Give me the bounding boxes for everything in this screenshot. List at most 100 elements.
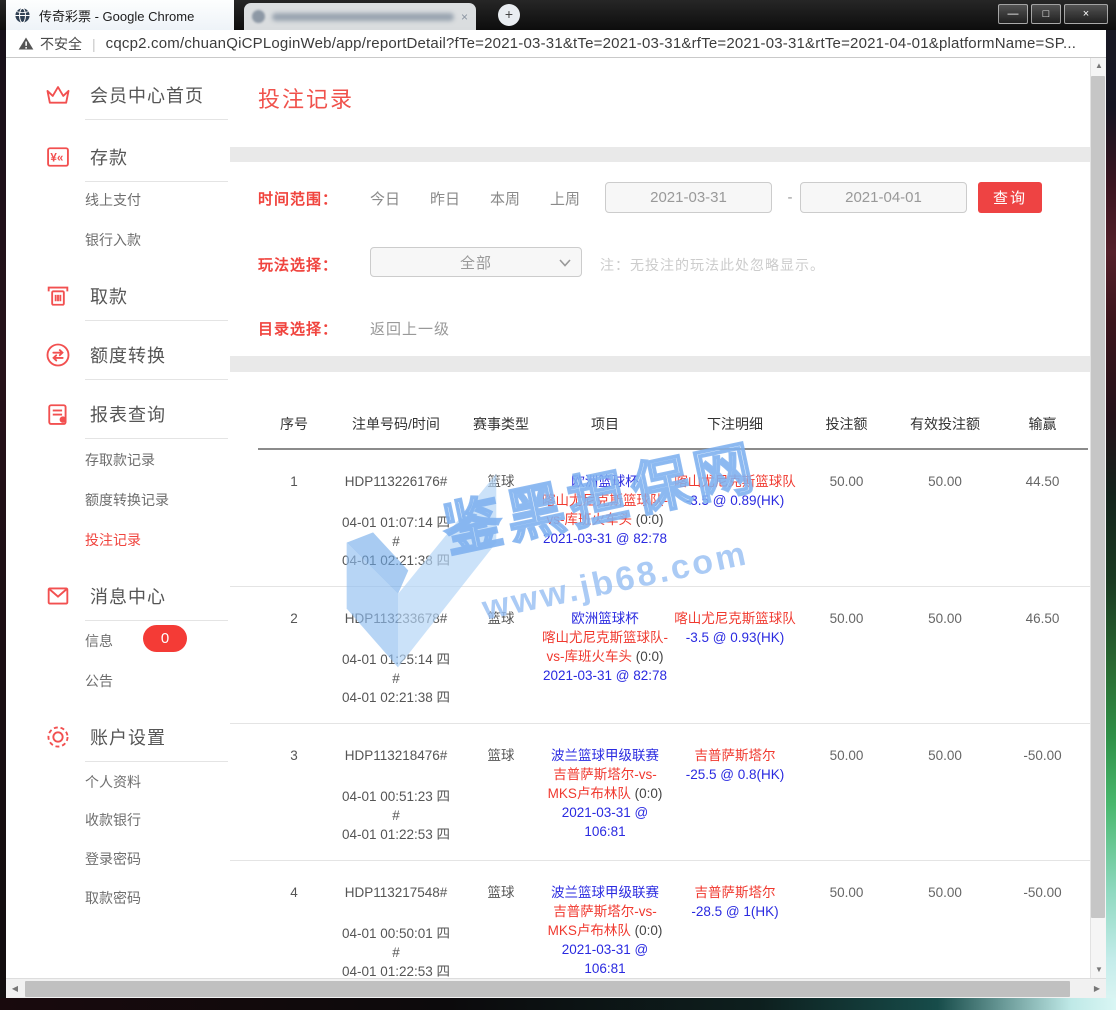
deposit-icon: ¥«: [44, 143, 72, 171]
maximize-button[interactable]: □: [1031, 4, 1061, 24]
sidebar-item-bank-deposit[interactable]: 银行入款: [85, 230, 141, 250]
col-header-seq: 序号: [258, 414, 330, 448]
message-count-badge: 0: [143, 625, 187, 652]
sidebar-item-profile[interactable]: 个人资料: [85, 772, 141, 792]
quick-range-yesterday[interactable]: 昨日: [423, 188, 467, 209]
not-secure-warning-icon: [18, 36, 34, 51]
section-divider-band: [230, 147, 1090, 162]
transfer-icon: [44, 341, 72, 369]
sidebar-divider: [85, 181, 228, 182]
sidebar-item-withdraw-password[interactable]: 取款密码: [85, 888, 141, 908]
gear-icon: [44, 723, 72, 751]
row-order-time: HDP113218476# 04-01 00:51:23 四 # 04-01 0…: [330, 746, 462, 844]
quick-range-today[interactable]: 今日: [363, 188, 407, 209]
background-tab-title-blur: [272, 13, 454, 21]
sidebar-item-transfer-records[interactable]: 额度转换记录: [85, 490, 169, 510]
row-winloss: -50.00: [997, 883, 1088, 978]
row-valid-amount: 50.00: [893, 609, 997, 707]
table-row: 2 HDP113233678# 04-01 01:25:14 四 # 04-01…: [230, 587, 1090, 724]
scroll-down-icon[interactable]: ▼: [1091, 962, 1107, 978]
close-button[interactable]: ×: [1064, 4, 1108, 24]
date-range-dash: -: [782, 189, 798, 206]
row-valid-amount: 50.00: [893, 746, 997, 844]
row-valid-amount: 50.00: [893, 883, 997, 978]
col-header-detail: 下注明细: [670, 414, 800, 448]
filter-panel: 时间范围： 今日 昨日 本周 上周 - 查询 玩法选择： 全部 注：无投注的玩法…: [230, 162, 1090, 356]
play-select-dropdown[interactable]: 全部: [370, 247, 582, 277]
background-tab-close-icon: ×: [461, 10, 468, 24]
scroll-up-icon[interactable]: ▲: [1091, 58, 1107, 74]
sidebar-item-login-password[interactable]: 登录密码: [85, 849, 141, 869]
background-tab-favicon: [252, 10, 265, 23]
sidebar-item-credit-transfer[interactable]: 额度转换: [44, 341, 166, 369]
sidebar-item-bet-records[interactable]: 投注记录: [85, 530, 141, 550]
sidebar-divider: [85, 761, 228, 762]
row-amount: 50.00: [800, 883, 893, 978]
row-amount: 50.00: [800, 746, 893, 844]
row-winloss: 46.50: [997, 609, 1088, 707]
back-up-level-link[interactable]: 返回上一级: [370, 318, 450, 339]
horizontal-scrollbar[interactable]: ◀ ▶: [6, 978, 1106, 998]
window-border-right: [1106, 30, 1116, 998]
row-seq: 2: [258, 609, 330, 707]
sidebar-item-messages[interactable]: 信息: [85, 631, 113, 651]
row-sport: 篮球: [462, 883, 540, 978]
window-title: 传奇彩票 - Google Chrome: [39, 6, 194, 25]
row-item: 欧洲篮球杯 喀山尤尼克斯篮球队-vs-库班火车头 (0:0) 2021-03-3…: [540, 472, 670, 570]
row-winloss: 44.50: [997, 472, 1088, 570]
window-border-bottom: [0, 998, 1116, 1010]
row-seq: 3: [258, 746, 330, 844]
sidebar-item-announcements[interactable]: 公告: [85, 671, 113, 691]
date-from-input[interactable]: [605, 182, 772, 213]
table-row: 4 HDP113217548# 04-01 00:50:01 四 # 04-01…: [230, 861, 1090, 978]
search-button[interactable]: 查询: [978, 182, 1042, 213]
row-bet-detail: 吉普萨斯塔尔 -25.5 @ 0.8(HK): [670, 746, 800, 844]
window-border-left: [0, 30, 6, 998]
window-titlebar: 传奇彩票 - Google Chrome × + — □ ×: [0, 0, 1116, 30]
sidebar-item-deposit[interactable]: ¥« 存款: [44, 143, 128, 171]
window-title-area: 传奇彩票 - Google Chrome: [6, 0, 234, 30]
sidebar-divider: [85, 379, 228, 380]
background-tab: ×: [244, 3, 476, 30]
vertical-scrollbar-thumb[interactable]: [1091, 76, 1105, 918]
horizontal-scrollbar-thumb[interactable]: [25, 981, 1070, 997]
site-favicon-icon: [14, 7, 31, 24]
report-icon: [44, 400, 72, 428]
new-tab-icon: +: [498, 4, 520, 26]
quick-range-this-week[interactable]: 本周: [483, 188, 527, 209]
col-header-winloss: 输赢: [997, 414, 1088, 448]
scroll-left-icon[interactable]: ◀: [6, 979, 24, 999]
scroll-right-icon[interactable]: ▶: [1088, 979, 1106, 999]
sidebar-item-message-center[interactable]: 消息中心: [44, 582, 166, 610]
row-item: 欧洲篮球杯 喀山尤尼克斯篮球队-vs-库班火车头 (0:0) 2021-03-3…: [540, 609, 670, 707]
table-row: 1 HDP113226176# 04-01 01:07:14 四 # 04-01…: [230, 450, 1090, 587]
sidebar-item-account-settings[interactable]: 账户设置: [44, 723, 166, 751]
row-order-time: HDP113233678# 04-01 01:25:14 四 # 04-01 0…: [330, 609, 462, 707]
address-bar[interactable]: 不安全 | cqcp2.com/chuanQiCPLoginWeb/app/re…: [6, 30, 1110, 58]
quick-range-last-week[interactable]: 上周: [543, 188, 587, 209]
row-order-time: HDP113217548# 04-01 00:50:01 四 # 04-01 0…: [330, 883, 462, 978]
page-content: 会员中心首页 ¥« 存款 线上支付 银行入款 取款: [6, 58, 1090, 978]
minimize-button[interactable]: —: [998, 4, 1028, 24]
table-header-row: 序号 注单号码/时间 赛事类型 项目 下注明细 投注额 有效投注额 输赢: [230, 372, 1090, 448]
date-to-input[interactable]: [800, 182, 967, 213]
row-amount: 50.00: [800, 472, 893, 570]
sidebar: 会员中心首页 ¥« 存款 线上支付 银行入款 取款: [6, 58, 230, 978]
sidebar-item-reports[interactable]: 报表查询: [44, 400, 166, 428]
page-url[interactable]: cqcp2.com/chuanQiCPLoginWeb/app/reportDe…: [106, 35, 1076, 52]
col-header-valid-amount: 有效投注额: [893, 414, 997, 448]
col-header-amount: 投注额: [800, 414, 893, 448]
col-header-item: 项目: [540, 414, 670, 448]
row-order-time: HDP113226176# 04-01 01:07:14 四 # 04-01 0…: [330, 472, 462, 570]
row-bet-detail: 喀山尤尼克斯篮球队 -3.5 @ 0.93(HK): [670, 609, 800, 707]
row-bet-detail: 喀山尤尼克斯篮球队 -3.5 @ 0.89(HK): [670, 472, 800, 570]
sidebar-item-member-home[interactable]: 会员中心首页: [44, 81, 204, 109]
sidebar-item-deposit-withdraw-records[interactable]: 存取款记录: [85, 450, 155, 470]
sidebar-item-payee-bank[interactable]: 收款银行: [85, 810, 141, 830]
row-winloss: -50.00: [997, 746, 1088, 844]
chevron-down-icon: [559, 259, 571, 267]
sidebar-item-withdraw[interactable]: 取款: [44, 282, 128, 310]
sidebar-divider: [85, 320, 228, 321]
sidebar-item-online-pay[interactable]: 线上支付: [85, 190, 141, 210]
row-valid-amount: 50.00: [893, 472, 997, 570]
